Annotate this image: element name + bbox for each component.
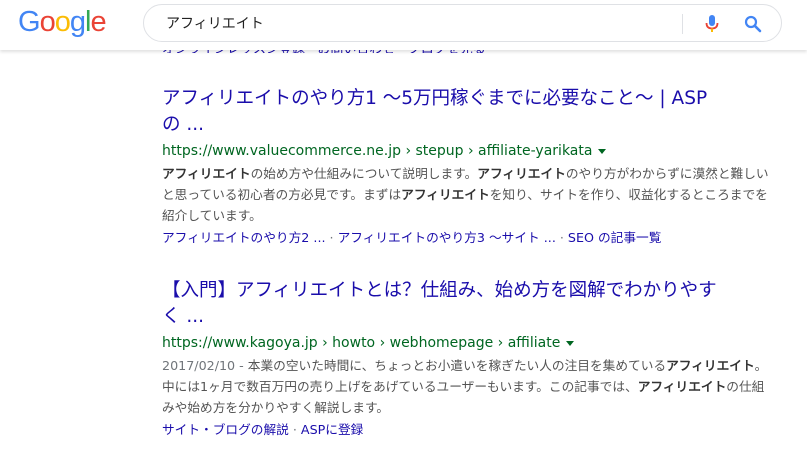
- snippet-keyword: アフィリエイト: [477, 166, 566, 181]
- sitelink[interactable]: ASPに登録: [301, 422, 363, 437]
- result-url[interactable]: https://www.kagoya.jp › howto › webhomep…: [162, 334, 772, 352]
- snippet-text: 本業の空いた時間に、ちょっとお小遣いを稼ぎたい人の注目を集めている: [247, 358, 667, 373]
- sitelink-separator: ·: [559, 230, 564, 245]
- snippet-keyword: アフィリエイト: [401, 187, 490, 202]
- result-url-text: https://www.kagoya.jp › howto › webhomep…: [162, 335, 561, 351]
- result-title-link[interactable]: 【入門】アフィリエイトとは？仕組み、始め方を図解でわかりやす く ...: [162, 278, 772, 330]
- snippet-keyword: アフィリエイト: [162, 166, 251, 181]
- search-result: アフィリエイトのやり方1 〜5万円稼ぐまでに必要なこと〜 | ASP の ...…: [162, 86, 772, 248]
- search-input[interactable]: [166, 13, 666, 33]
- url-dropdown-arrow-icon[interactable]: [598, 148, 607, 154]
- result-snippet: 2017/02/10 - 本業の空いた時間に、ちょっとお小遣いを稼ぎたい人の注目…: [162, 355, 772, 418]
- logo-letter: g: [69, 6, 86, 38]
- result-url-text: https://www.valuecommerce.ne.jp › stepup…: [162, 143, 593, 159]
- result-date: 2017/02/10 -: [162, 358, 248, 373]
- search-box[interactable]: [143, 4, 782, 42]
- sitelink-separator: ·: [329, 230, 334, 245]
- search-divider: [682, 14, 683, 34]
- result-title-line: の ...: [162, 114, 205, 135]
- sitelink[interactable]: アフィリエイトのやり方2 ...: [162, 230, 326, 245]
- search-header: Google: [0, 0, 807, 50]
- result-url[interactable]: https://www.valuecommerce.ne.jp › stepup…: [162, 142, 772, 160]
- result-sitelinks: サイト・ブログの解説 · ASPに登録: [162, 420, 772, 440]
- sitelink[interactable]: SEO の記事一覧: [568, 230, 662, 245]
- google-logo[interactable]: Google: [18, 6, 107, 39]
- result-sitelinks: アフィリエイトのやり方2 ... · アフィリエイトのやり方3 〜サイト ... · S…: [162, 228, 772, 248]
- sitelink-separator: ·: [292, 422, 297, 437]
- result-title-line: 【入門】アフィリエイトとは？仕組み、始め方を図解でわかりやす: [162, 280, 717, 301]
- sitelink[interactable]: サイト・ブログの解説: [162, 422, 289, 437]
- logo-letter: o: [54, 6, 71, 38]
- logo-letter: e: [90, 6, 106, 38]
- result-snippet: アフィリエイトの始め方や仕組みについて説明します。アフィリエイトのやり方がわから…: [162, 163, 772, 226]
- url-dropdown-arrow-icon[interactable]: [566, 340, 575, 346]
- result-title-line: く ...: [162, 306, 205, 327]
- search-result: 【入門】アフィリエイトとは？仕組み、始め方を図解でわかりやす く ... htt…: [162, 278, 772, 440]
- snippet-keyword: アフィリエイト: [666, 358, 755, 373]
- snippet-keyword: アフィリエイト: [637, 379, 727, 394]
- logo-letter: o: [39, 6, 56, 38]
- microphone-icon[interactable]: [704, 15, 720, 33]
- magnifier-icon[interactable]: [744, 15, 762, 33]
- result-title-link[interactable]: アフィリエイトのやり方1 〜5万円稼ぐまでに必要なこと〜 | ASP の ...: [162, 86, 772, 138]
- logo-letter: G: [18, 6, 41, 38]
- result-title-line: アフィリエイトのやり方1 〜5万円稼ぐまでに必要なこと〜 | ASP: [162, 88, 708, 109]
- snippet-text: の始め方や仕組みについて説明します。: [250, 166, 478, 181]
- sitelink[interactable]: アフィリエイトのやり方3 〜サイト ...: [338, 230, 556, 245]
